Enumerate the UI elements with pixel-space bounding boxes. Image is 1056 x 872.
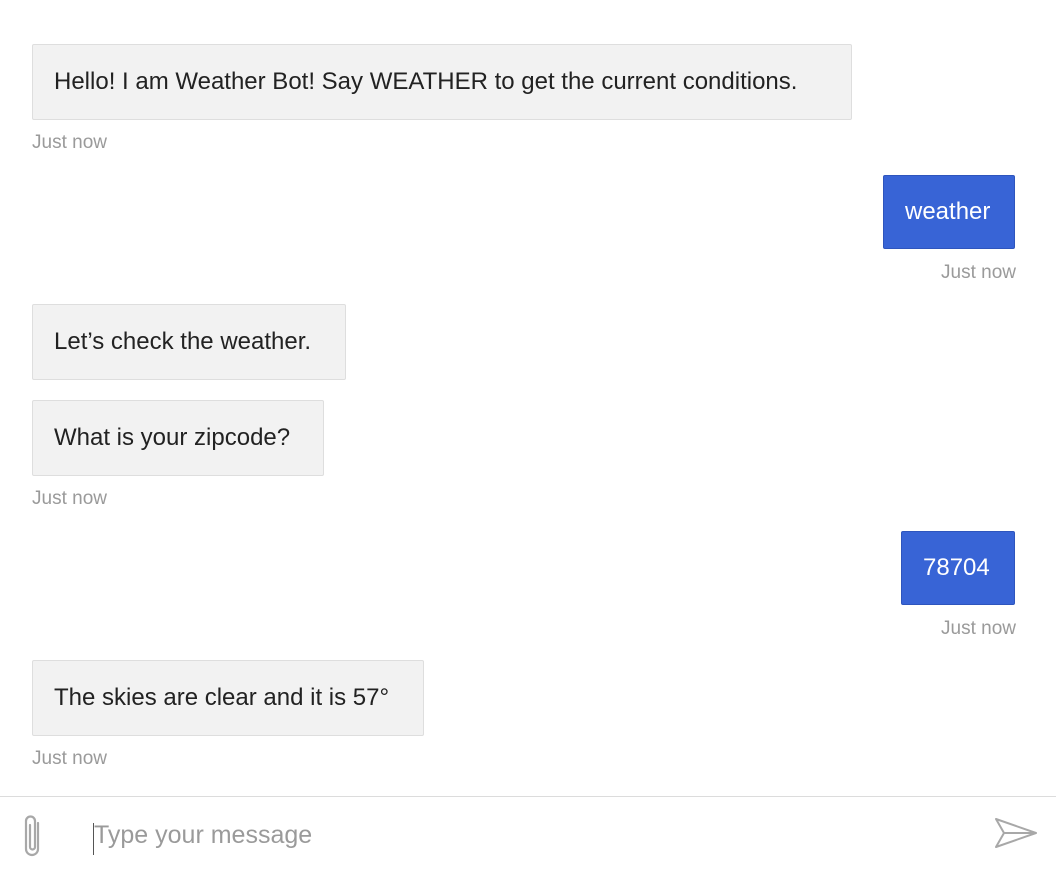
user-message: weather xyxy=(883,175,1015,249)
user-message: 78704 xyxy=(901,531,1015,605)
message-composer xyxy=(0,796,1056,872)
text-cursor xyxy=(93,823,94,855)
bot-message-text: Let’s check the weather. xyxy=(54,328,312,355)
bot-message: What is your zipcode? xyxy=(32,400,324,476)
message-timestamp: Just now xyxy=(32,488,107,509)
bot-message: Hello! I am Weather Bot! Say WEATHER to … xyxy=(32,44,852,120)
send-icon[interactable] xyxy=(992,813,1040,853)
message-timestamp: Just now xyxy=(32,132,107,153)
paperclip-icon[interactable] xyxy=(18,813,48,861)
message-timestamp: Just now xyxy=(941,262,1016,283)
chat-transcript: Hello! I am Weather Bot! Say WEATHER to … xyxy=(0,0,1056,797)
message-timestamp: Just now xyxy=(941,618,1016,639)
bot-message-text: What is your zipcode? xyxy=(54,424,291,451)
bot-message-text: The skies are clear and it is 57° xyxy=(54,684,390,711)
bot-message: Let’s check the weather. xyxy=(32,304,346,380)
user-message-text: 78704 xyxy=(923,554,990,581)
user-message-text: weather xyxy=(905,198,991,225)
bot-message: The skies are clear and it is 57° xyxy=(32,660,424,736)
bot-message-text: Hello! I am Weather Bot! Say WEATHER to … xyxy=(54,68,798,95)
message-input[interactable] xyxy=(92,815,954,855)
message-timestamp: Just now xyxy=(32,748,107,769)
